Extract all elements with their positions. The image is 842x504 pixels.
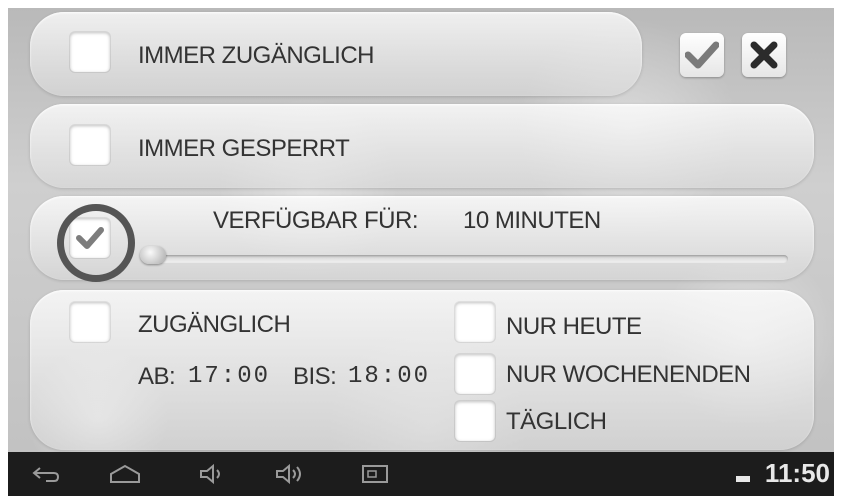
confirm-button[interactable] (680, 33, 724, 77)
from-time[interactable]: 17:00 (188, 363, 270, 390)
only-today-checkbox[interactable] (455, 302, 495, 342)
battery-icon (736, 476, 750, 482)
available-for-panel (30, 196, 814, 280)
selected-indicator-ring (57, 204, 135, 282)
parental-control-screen: IMMER ZUGÄNGLICH IMMER GESPERRT VERFÜGBA… (8, 8, 834, 452)
always-blocked-checkbox[interactable] (70, 125, 110, 165)
screenshot-icon[interactable] (360, 462, 390, 486)
daily-checkbox[interactable] (455, 401, 495, 441)
always-accessible-checkbox[interactable] (70, 32, 110, 72)
volume-down-icon[interactable] (198, 462, 228, 486)
always-blocked-label: IMMER GESPERRT (138, 135, 350, 162)
accessible-checkbox[interactable] (70, 302, 110, 342)
status-clock: 11:50 (764, 458, 830, 488)
only-weekends-label: NUR WOCHENENDEN (506, 361, 751, 388)
daily-label: TÄGLICH (506, 408, 607, 435)
home-icon[interactable] (108, 462, 142, 486)
duration-slider-thumb[interactable] (140, 246, 166, 264)
duration-slider-track[interactable] (158, 255, 788, 263)
cancel-button[interactable] (742, 33, 786, 77)
from-label: AB: (138, 363, 176, 390)
back-icon[interactable] (30, 462, 62, 486)
to-time[interactable]: 18:00 (348, 363, 430, 390)
volume-up-icon[interactable] (274, 462, 308, 486)
to-label: BIS: (293, 363, 337, 390)
accessible-label: ZUGÄNGLICH (138, 311, 291, 338)
only-weekends-checkbox[interactable] (455, 354, 495, 394)
only-today-label: NUR HEUTE (506, 313, 642, 340)
system-navigation-bar: 11:50 (8, 452, 834, 496)
always-accessible-label: IMMER ZUGÄNGLICH (138, 42, 375, 69)
available-for-value: 10 MINUTEN (463, 207, 601, 234)
available-for-label: VERFÜGBAR FÜR: (213, 207, 419, 234)
close-icon (750, 41, 778, 69)
check-icon (685, 41, 719, 69)
